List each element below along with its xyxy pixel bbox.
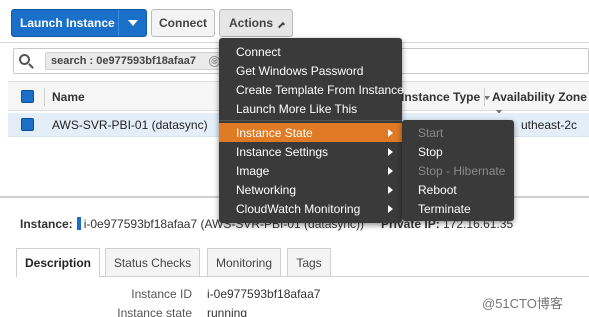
menu-item-networking-label: Networking bbox=[236, 182, 297, 197]
menu-item-connect[interactable]: Connect bbox=[219, 42, 402, 61]
tab-description[interactable]: Description bbox=[16, 248, 100, 277]
menu-item-instance-state-label: Instance State bbox=[236, 125, 313, 140]
search-filter-text: search : 0e977593bf18afaa7 bbox=[51, 55, 196, 67]
row-availability-zone: utheast-2c bbox=[521, 118, 578, 132]
instance-label: Instance: bbox=[20, 217, 73, 231]
menu-item-reboot[interactable]: Reboot bbox=[402, 180, 514, 199]
chevron-down-icon bbox=[127, 20, 138, 26]
column-header-instance-type[interactable]: Instance Type bbox=[401, 90, 491, 104]
tabs-baseline bbox=[16, 276, 589, 277]
chevron-right-icon bbox=[388, 205, 393, 213]
tab-status-checks[interactable]: Status Checks bbox=[105, 248, 200, 276]
instance-id-label: Instance ID bbox=[131, 287, 192, 301]
instance-state-submenu: Start Stop Stop - Hibernate Reboot Termi… bbox=[402, 120, 514, 221]
menu-item-cloudwatch-monitoring[interactable]: CloudWatch Monitoring bbox=[219, 199, 402, 218]
column-divider bbox=[484, 88, 485, 106]
search-icon bbox=[19, 54, 30, 65]
chevron-right-icon bbox=[388, 129, 393, 137]
row-instance-name: AWS-SVR-PBI-01 (datasync) bbox=[52, 118, 208, 132]
chevron-right-icon bbox=[388, 148, 393, 156]
menu-item-instance-settings[interactable]: Instance Settings bbox=[219, 142, 402, 161]
launch-instance-button[interactable]: Launch Instance bbox=[11, 9, 147, 37]
actions-label: Actions bbox=[229, 16, 274, 30]
search-filter-tag[interactable]: search : 0e977593bf18afaa7 ⊗ bbox=[45, 52, 227, 70]
menu-item-instance-state[interactable]: Instance State bbox=[219, 123, 402, 142]
instance-id-value: i-0e977593bf18afaa7 bbox=[207, 287, 321, 301]
actions-button[interactable]: Actions bbox=[219, 9, 293, 37]
menu-item-cloudwatch-monitoring-label: CloudWatch Monitoring bbox=[236, 201, 361, 216]
instance-state-value: running bbox=[207, 306, 248, 317]
sort-caret-icon bbox=[484, 95, 491, 100]
menu-divider bbox=[219, 120, 402, 121]
column-divider bbox=[44, 88, 45, 106]
actions-menu: Connect Get Windows Password Create Temp… bbox=[219, 38, 404, 223]
watermark: @51CTO博客 bbox=[482, 296, 563, 311]
menu-item-launch-more-like-this[interactable]: Launch More Like This bbox=[219, 99, 402, 118]
tab-tags[interactable]: Tags bbox=[287, 248, 331, 276]
menu-item-stop[interactable]: Stop bbox=[402, 142, 514, 161]
menu-item-get-windows-password[interactable]: Get Windows Password bbox=[219, 61, 402, 80]
launch-dropdown-button[interactable] bbox=[118, 10, 146, 36]
menu-item-image[interactable]: Image bbox=[219, 161, 402, 180]
instance-status-bar bbox=[76, 217, 81, 230]
launch-instance-label[interactable]: Launch Instance bbox=[12, 10, 118, 36]
menu-item-image-label: Image bbox=[236, 163, 270, 178]
menu-item-terminate[interactable]: Terminate bbox=[402, 199, 514, 218]
chevron-right-icon bbox=[388, 167, 393, 175]
row-checkbox[interactable] bbox=[21, 118, 34, 131]
menu-item-create-template[interactable]: Create Template From Instance bbox=[219, 80, 404, 99]
column-header-availability-zone-label: Availability Zone bbox=[492, 90, 587, 104]
chevron-up-icon bbox=[277, 21, 286, 29]
menu-item-stop-hibernate[interactable]: Stop - Hibernate bbox=[402, 161, 514, 180]
chevron-right-icon bbox=[388, 186, 393, 194]
menu-item-networking[interactable]: Networking bbox=[219, 180, 402, 199]
menu-item-start[interactable]: Start bbox=[402, 123, 514, 142]
column-header-instance-type-label: Instance Type bbox=[401, 90, 481, 104]
column-header-name[interactable]: Name bbox=[52, 90, 85, 104]
instance-state-label: Instance state bbox=[117, 306, 192, 317]
menu-item-instance-settings-label: Instance Settings bbox=[236, 144, 329, 159]
tab-monitoring[interactable]: Monitoring bbox=[207, 248, 281, 276]
select-all-checkbox[interactable] bbox=[21, 90, 34, 103]
connect-button[interactable]: Connect bbox=[151, 9, 215, 37]
